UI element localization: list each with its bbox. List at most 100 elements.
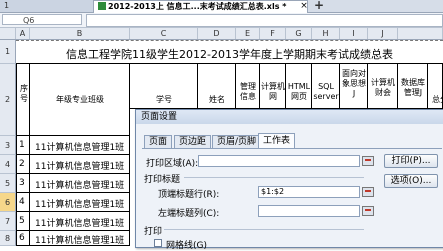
header-class: 年级专业班级 <box>56 95 104 104</box>
row-header-1[interactable]: 1 <box>0 40 16 64</box>
print-button[interactable]: 打印(P)... <box>384 154 438 168</box>
header-db: 数据库管理J <box>401 78 425 97</box>
print-area-label: 打印区域(A): <box>146 159 199 169</box>
table-row-seq[interactable]: 4 <box>16 193 30 212</box>
column-header-c[interactable]: C <box>130 28 198 39</box>
column-header-i[interactable]: I <box>340 28 368 39</box>
tab-margins[interactable]: 页边距 <box>174 135 212 148</box>
class-value: 11计算机信息管理1班 <box>35 162 125 172</box>
row-header-2[interactable]: 2 <box>0 64 16 136</box>
print-area-input[interactable] <box>198 155 360 167</box>
class-value: 11计算机信息管理1班 <box>35 181 125 191</box>
excel-file-icon <box>98 2 106 10</box>
table-row-seq[interactable]: 1 <box>16 136 30 155</box>
header-oop-cell[interactable]: 面向对象思想J <box>340 64 368 109</box>
separator <box>184 177 364 178</box>
header-seq: 序号 <box>20 84 28 103</box>
seq-value: 5 <box>19 216 25 226</box>
column-header-a[interactable]: A <box>16 28 30 39</box>
row-header-7[interactable]: 7 <box>0 212 16 231</box>
class-value: 11计算机信息管理1班 <box>35 219 125 229</box>
table-row-class[interactable]: 11计算机信息管理1班 <box>30 212 130 231</box>
table-row-class[interactable]: 11计算机信息管理1班 <box>30 155 130 174</box>
table-row-seq[interactable]: 5 <box>16 212 30 231</box>
table-row-seq[interactable]: 3 <box>16 174 30 193</box>
table-row-seq[interactable]: 2 <box>16 155 30 174</box>
tab-page[interactable]: 页面 <box>144 135 173 148</box>
title-cell[interactable]: 信息工程学院11级学生2012-2013学年度上学期期末考试成绩总表 <box>16 40 443 64</box>
row-header-6[interactable]: 6 <box>0 193 16 212</box>
header-acct-cell[interactable]: 计算机财会 <box>368 64 398 109</box>
header-total: 总分 <box>432 95 443 104</box>
print-titles-label: 打印标题 <box>144 175 181 185</box>
options-button[interactable]: 选项(O)... <box>384 174 438 188</box>
seq-value: 2 <box>19 159 25 169</box>
header-sql-cell[interactable]: SQL server <box>312 64 340 109</box>
document-tab-active[interactable]: 2012-2013上 信息工...末考试成绩汇总表.xls * <box>93 0 308 13</box>
header-id-cell[interactable]: 学号 <box>130 64 198 109</box>
left-cols-input[interactable] <box>258 205 360 217</box>
range-picker-icon[interactable] <box>362 206 374 216</box>
class-value: 11计算机信息管理1班 <box>35 200 125 210</box>
table-row-seq[interactable]: 6 <box>16 231 30 246</box>
header-seq-cell[interactable]: 序号 <box>16 64 30 136</box>
tab-header-footer[interactable]: 页眉/页脚 <box>212 135 262 148</box>
table-row-class[interactable]: 11计算机信息管理1班 <box>30 136 130 155</box>
row-header-8[interactable]: 8 <box>0 231 16 246</box>
gridlines-label: 网格线(G) <box>166 241 207 251</box>
header-total-cell[interactable]: 总分 <box>428 64 443 109</box>
header-class-cell[interactable]: 年级专业班级 <box>30 64 130 136</box>
header-name: 姓名 <box>209 95 225 104</box>
column-header-bar: A B C D E F G H I J <box>0 28 443 40</box>
column-header-f[interactable]: F <box>260 28 286 39</box>
add-tab-button[interactable]: + <box>312 0 326 12</box>
header-name-cell[interactable]: 姓名 <box>198 64 236 109</box>
header-db-cell[interactable]: 数据库管理J <box>398 64 428 109</box>
left-cols-label: 左端标题列(C): <box>158 209 220 219</box>
header-student-id: 学号 <box>156 95 172 104</box>
column-header-e[interactable]: E <box>236 28 260 39</box>
header-mgmt-cell[interactable]: 管理信息 <box>236 64 260 109</box>
row-header-3[interactable]: 3 <box>0 136 16 155</box>
seq-value: 6 <box>19 233 25 243</box>
range-picker-icon[interactable] <box>362 156 374 166</box>
header-html: HTML网页 <box>287 82 311 101</box>
row-header-5[interactable]: 5 <box>0 174 16 193</box>
document-tab-bar: 1 2012-2013上 信息工...末考试成绩汇总表.xls * × + <box>0 0 443 13</box>
seq-value: 1 <box>19 140 25 150</box>
tab-label: 1 <box>4 1 10 10</box>
header-html-cell[interactable]: HTML网页 <box>286 64 312 109</box>
table-row-class[interactable]: 11计算机信息管理1班 <box>30 193 130 212</box>
column-header-k[interactable] <box>398 28 443 39</box>
range-picker-icon[interactable] <box>362 187 374 197</box>
table-row-class[interactable]: 11计算机信息管理1班 <box>30 174 130 193</box>
header-network: 计算机网 <box>261 82 285 101</box>
class-value: 11计算机信息管理1班 <box>35 143 125 153</box>
name-box[interactable]: Q6 <box>2 14 82 25</box>
formula-input[interactable] <box>86 14 443 27</box>
tab-sheet[interactable]: 工作表 <box>258 133 296 148</box>
top-rows-label: 顶端标题行(R): <box>158 190 220 200</box>
tab-label: 2012-2013上 信息工...末考试成绩汇总表.xls * <box>108 2 287 11</box>
column-header-h[interactable]: H <box>312 28 340 39</box>
select-all-corner[interactable] <box>0 28 16 39</box>
seq-value: 4 <box>19 197 25 207</box>
header-mgmt: 管理信息 <box>240 82 256 101</box>
header-network-cell[interactable]: 计算机网 <box>260 64 286 109</box>
column-header-j[interactable]: J <box>368 28 398 39</box>
table-row-class[interactable]: 11计算机信息管理1班 <box>30 231 130 246</box>
column-header-d[interactable]: D <box>198 28 236 39</box>
column-header-b[interactable]: B <box>30 28 130 39</box>
class-value: 11计算机信息管理1班 <box>35 236 125 246</box>
row-header-4[interactable]: 4 <box>0 155 16 174</box>
print-section-label: 打印 <box>144 227 163 237</box>
tab-divider <box>142 148 442 149</box>
seq-value: 3 <box>19 178 25 188</box>
document-tab-1[interactable]: 1 <box>0 0 97 12</box>
close-tab-icon[interactable]: × <box>298 0 310 12</box>
page-setup-dialog: 页面设置 页面 页边距 页眉/页脚 工作表 打印区域(A): 打印标题 顶端标题… <box>135 109 443 251</box>
top-rows-input[interactable]: $1:$2 <box>258 186 360 198</box>
header-sql: SQL server <box>313 82 339 101</box>
header-acct: 计算机财会 <box>371 78 395 97</box>
column-header-g[interactable]: G <box>286 28 312 39</box>
